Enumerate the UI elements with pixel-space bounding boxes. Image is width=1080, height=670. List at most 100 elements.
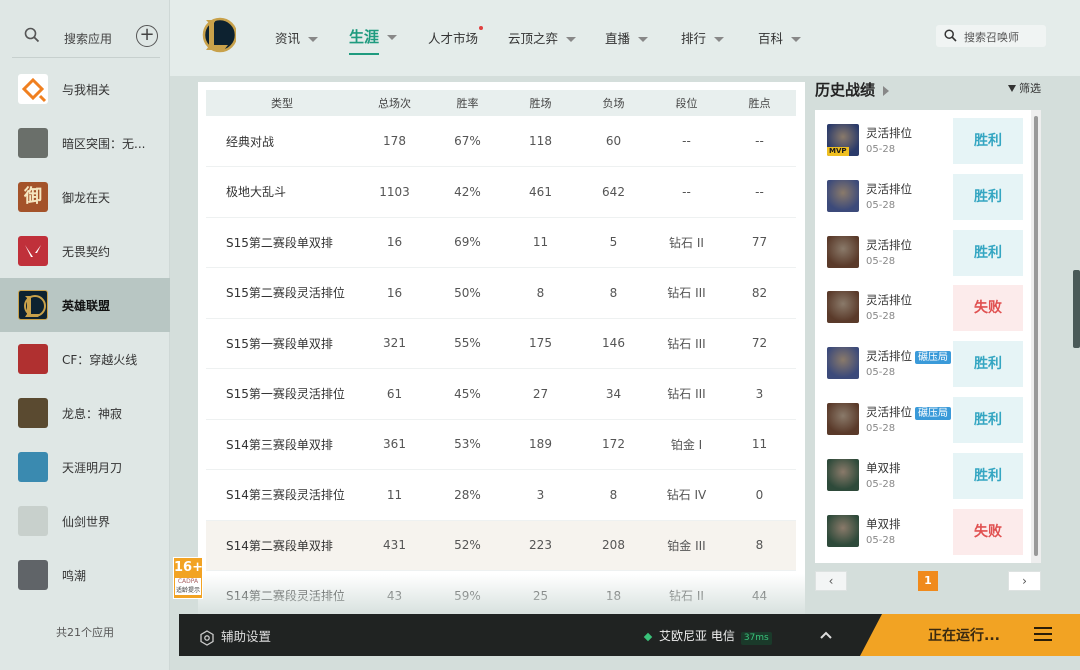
sidebar-item[interactable]: 天涯明月刀 <box>0 440 170 494</box>
table-cell: 208 <box>577 520 650 571</box>
career-stats-panel: 类型 总场次 胜率 胜场 负场 段位 胜点 经典对战 178 67% 118 60 -- -- 极地大乱斗… <box>198 82 805 614</box>
crossfire-game-icon <box>18 344 48 374</box>
sidebar-item-label: 天涯明月刀 <box>62 460 123 475</box>
prev-page-button[interactable]: ‹ <box>815 571 847 591</box>
age-rating-org: CADPA <box>175 578 201 586</box>
match-mode-label: 灵活排位 <box>866 405 912 419</box>
table-row[interactable]: S15第二赛段单双排 16 69% 11 5 钻石 II 77 <box>206 217 796 268</box>
match-item[interactable]: 灵活排位 05-28 胜利 <box>815 166 1031 222</box>
match-result: 胜利 <box>953 452 1023 499</box>
nav-tab[interactable]: 云顶之弈 <box>508 28 577 47</box>
match-item[interactable]: 灵活排位 05-28 失败 <box>815 277 1031 333</box>
scrollbar-thumb[interactable] <box>1034 116 1038 556</box>
filter-icon <box>1008 85 1016 92</box>
match-date: 05-28 <box>866 311 896 323</box>
match-history-list: MVP 灵活排位 05-28 胜利 灵活排位 05-28 胜利 灵活排位 05-28 胜利 灵活排位… <box>815 110 1041 563</box>
table-row[interactable]: 经典对战 178 67% 118 60 -- -- <box>206 116 796 167</box>
sidebar-item[interactable]: 龙息：神寂 <box>0 386 170 440</box>
match-item[interactable]: 单双排 05-28 失败 <box>815 501 1031 557</box>
sidebar-item[interactable]: 英雄联盟 <box>0 278 170 332</box>
lol-logo-icon[interactable] <box>200 15 236 55</box>
table-cell: 8 <box>723 520 796 571</box>
running-status[interactable]: 正在运行... <box>860 614 1080 656</box>
nav-tab-label: 直播 <box>605 31 631 46</box>
nav-tab[interactable]: 直播 <box>605 28 649 47</box>
table-cell: 8 <box>577 267 650 319</box>
sidebar-item[interactable]: 暗区突围：无... <box>0 116 170 170</box>
sidebar-item[interactable]: 鸣潮 <box>0 548 170 602</box>
match-item[interactable]: 单双排 05-28 胜利 <box>815 445 1031 501</box>
add-app-button[interactable]: + <box>136 25 158 47</box>
scroll-fade <box>198 574 805 614</box>
chevron-down-icon <box>791 37 802 42</box>
history-scrollbar[interactable] <box>1031 110 1041 563</box>
table-cell: 118 <box>504 116 577 167</box>
match-item[interactable]: 灵活排位 碾压局 05-28 胜利 <box>815 389 1031 445</box>
match-item[interactable]: 灵活排位 05-28 胜利 <box>815 222 1031 278</box>
lol-game-icon <box>18 290 48 320</box>
nav-tab-label: 云顶之弈 <box>508 31 559 46</box>
table-row[interactable]: S14第三赛段单双排 361 53% 189 172 铂金 I 11 <box>206 419 796 470</box>
table-row[interactable]: S15第二赛段灵活排位 16 50% 8 8 钻石 III 82 <box>206 267 796 319</box>
table-cell: 72 <box>723 318 796 369</box>
sidebar-item-label: 仙剑世界 <box>62 514 111 529</box>
next-page-button[interactable]: › <box>1008 571 1041 591</box>
table-cell: 34 <box>577 368 650 420</box>
nav-tab[interactable]: 排行 <box>681 28 725 47</box>
table-cell: 27 <box>504 368 577 420</box>
table-cell: 178 <box>358 116 431 167</box>
sidebar-item[interactable]: 御御龙在天 <box>0 170 170 224</box>
chevron-down-icon <box>566 37 577 42</box>
match-result: 胜利 <box>953 173 1023 220</box>
match-item[interactable]: MVP 灵活排位 05-28 胜利 <box>815 110 1031 166</box>
nav-tab-label: 人才市场 <box>428 31 479 46</box>
chevron-down-icon <box>387 35 398 40</box>
nav-tab[interactable]: 人才市场 <box>428 26 484 47</box>
table-cell: 321 <box>358 318 431 369</box>
table-cell: -- <box>650 116 723 167</box>
table-cell: 11 <box>723 419 796 470</box>
chevron-down-icon <box>714 37 725 42</box>
sidebar-item[interactable]: CF：穿越火线 <box>0 332 170 386</box>
active-tab-indicator <box>349 53 379 55</box>
table-row[interactable]: S15第一赛段灵活排位 61 45% 27 34 钻石 III 3 <box>206 368 796 420</box>
sidebar-item[interactable]: 与我相关 <box>0 62 170 116</box>
sidebar-item[interactable]: 无畏契约 <box>0 224 170 278</box>
table-row[interactable]: 极地大乱斗 1103 42% 461 642 -- -- <box>206 166 796 218</box>
aux-settings-button[interactable]: 辅助设置 <box>199 626 271 646</box>
bottom-bar: 辅助设置 艾欧尼亚 电信 37ms 正在运行... <box>179 614 1080 656</box>
nav-tab[interactable]: 百科 <box>758 28 802 47</box>
current-page[interactable]: 1 <box>918 571 938 591</box>
summoner-search[interactable]: 搜索召唤师 <box>936 25 1046 47</box>
server-status[interactable]: 艾欧尼亚 电信 37ms <box>643 627 772 645</box>
match-mode-label: 灵活排位 <box>866 181 912 196</box>
aux-settings-label: 辅助设置 <box>221 629 272 644</box>
table-cell: 77 <box>723 217 796 268</box>
table-cell: 52% <box>431 520 504 571</box>
settings-hex-icon <box>200 629 214 646</box>
menu-icon[interactable] <box>1034 627 1052 641</box>
table-row[interactable]: S14第二赛段单双排 431 52% 223 208 铂金 III 8 <box>206 520 796 571</box>
sidebar-item[interactable]: 仙剑世界 <box>0 494 170 548</box>
nav-tab[interactable]: 生涯 <box>349 26 398 55</box>
table-cell: 172 <box>577 419 650 470</box>
filter-button[interactable]: 筛选 <box>1008 80 1041 96</box>
chevron-right-icon <box>883 85 890 96</box>
nav-tab[interactable]: 资讯 <box>275 28 319 47</box>
history-title[interactable]: 历史战绩 <box>815 79 890 100</box>
match-mode-label: 单双排 <box>866 460 901 475</box>
table-cell: 8 <box>577 469 650 521</box>
match-mode-label: 单双排 <box>866 516 901 531</box>
page-scrollbar[interactable] <box>1073 270 1080 348</box>
table-cell: 461 <box>504 166 577 218</box>
tianya-game-icon <box>18 452 48 482</box>
match-item[interactable]: 灵活排位 碾压局 05-28 胜利 <box>815 333 1031 389</box>
history-title-text: 历史战绩 <box>815 81 876 99</box>
app-search[interactable]: 搜索应用 + <box>12 18 160 58</box>
table-cell: 42% <box>431 166 504 218</box>
chevron-up-icon[interactable] <box>819 628 833 642</box>
table-row[interactable]: S15第一赛段单双排 321 55% 175 146 钻石 III 72 <box>206 318 796 369</box>
match-date: 05-28 <box>866 478 896 490</box>
match-mode: 灵活排位 <box>866 292 912 308</box>
table-row[interactable]: S14第三赛段灵活排位 11 28% 3 8 钻石 IV 0 <box>206 469 796 521</box>
